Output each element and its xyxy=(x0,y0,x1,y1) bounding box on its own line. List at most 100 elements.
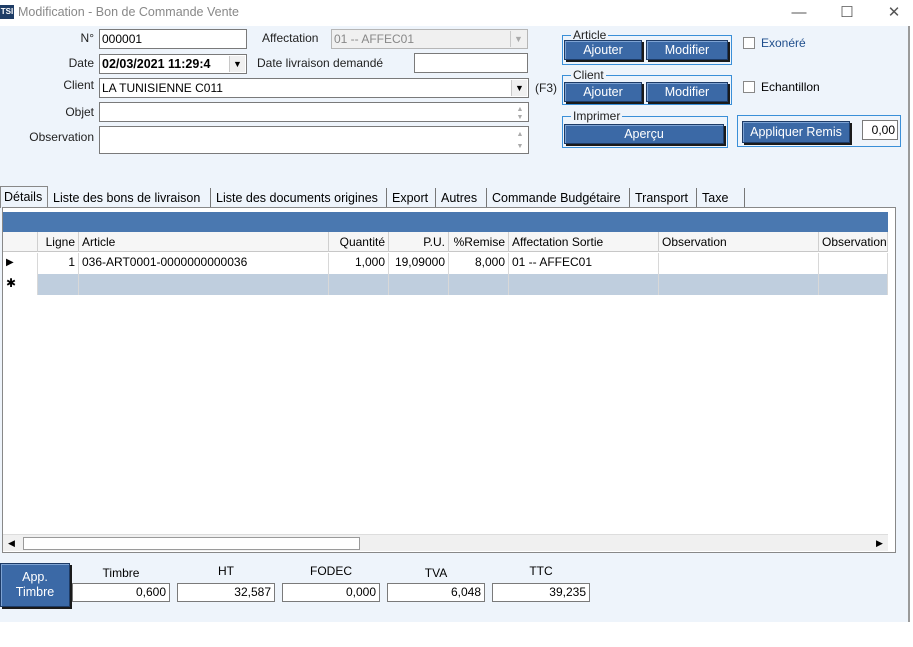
chevron-down-icon: ▼ xyxy=(510,31,526,47)
cell-observation-2[interactable] xyxy=(819,253,888,274)
fodec-field: 0,000 xyxy=(282,583,380,602)
col-quantite[interactable]: Quantité xyxy=(329,232,389,252)
client-ajouter-button[interactable]: Ajouter xyxy=(564,82,642,102)
article-ajouter-button[interactable]: Ajouter xyxy=(564,40,642,60)
col-pu[interactable]: P.U. xyxy=(389,232,449,252)
fodec-label: FODEC xyxy=(310,564,352,578)
col-affectation-sortie[interactable]: Affectation Sortie xyxy=(509,232,659,252)
cell-affectation-sortie[interactable]: 01 -- AFFEC01 xyxy=(509,253,659,274)
appliquer-remise-button[interactable]: Appliquer Remis xyxy=(742,121,850,143)
tab-commande-budgetaire[interactable]: Commande Budgétaire xyxy=(489,188,630,208)
row-selector-header xyxy=(3,232,38,252)
app-icon: TSI xyxy=(0,5,14,19)
timbre-field[interactable]: 0,600 xyxy=(72,583,170,602)
numero-label: N° xyxy=(80,31,94,45)
client-modifier-button[interactable]: Modifier xyxy=(646,82,728,102)
objet-field[interactable]: ▲ ▼ xyxy=(99,102,529,122)
scroll-down-icon[interactable]: ▼ xyxy=(513,112,527,121)
timbre-label: Timbre xyxy=(102,566,140,580)
col-remise[interactable]: %Remise xyxy=(449,232,509,252)
tab-details[interactable]: Détails xyxy=(0,186,48,208)
cell-article[interactable]: 036-ART0001-0000000000036 xyxy=(79,253,329,274)
col-observation[interactable]: Observation xyxy=(659,232,819,252)
window-title: Modification - Bon de Commande Vente xyxy=(18,5,239,19)
remise-field[interactable]: 0,00 xyxy=(862,120,898,140)
apercu-button[interactable]: Aperçu xyxy=(564,124,724,144)
scroll-down-icon[interactable]: ▼ xyxy=(513,141,527,153)
date-livraison-field[interactable] xyxy=(414,53,528,73)
client-shortcut-hint: (F3) xyxy=(535,81,557,95)
new-cell[interactable] xyxy=(819,274,888,295)
chevron-down-icon[interactable]: ▼ xyxy=(511,80,527,96)
client-dropdown[interactable]: LA TUNISIENNE C011 ▼ xyxy=(99,78,529,98)
app-timbre-button[interactable]: App. Timbre xyxy=(0,563,70,607)
new-row-marker: ✱ xyxy=(3,274,38,295)
tab-taxe[interactable]: Taxe xyxy=(699,188,745,208)
scroll-left-icon[interactable]: ◀ xyxy=(3,535,20,552)
tab-bons-livraison[interactable]: Liste des bons de livraison xyxy=(50,188,211,208)
client-group-title: Client xyxy=(571,68,606,82)
cell-remise[interactable]: 8,000 xyxy=(449,253,509,274)
col-ligne[interactable]: Ligne xyxy=(38,232,79,252)
tab-documents-origines[interactable]: Liste des documents origines xyxy=(213,188,387,208)
observation-label: Observation xyxy=(29,130,94,144)
objet-label: Objet xyxy=(65,105,94,119)
horizontal-scrollbar[interactable]: ◀ ▶ xyxy=(3,534,888,551)
tva-label: TVA xyxy=(424,566,448,580)
tab-transport[interactable]: Transport xyxy=(632,188,697,208)
scrollbar-thumb[interactable] xyxy=(23,537,360,550)
col-article[interactable]: Article xyxy=(79,232,329,252)
tva-field: 6,048 xyxy=(387,583,485,602)
date-livraison-label: Date livraison demandé xyxy=(257,56,384,70)
app-timbre-line1: App. xyxy=(22,570,48,584)
ht-label: HT xyxy=(218,564,234,578)
cell-pu[interactable]: 19,09000 xyxy=(389,253,449,274)
cell-observation[interactable] xyxy=(659,253,819,274)
date-picker[interactable]: 02/03/2021 11:29:4 ▼ xyxy=(99,54,247,74)
minimize-button[interactable]: — xyxy=(784,3,814,23)
close-button[interactable]: ✕ xyxy=(879,3,909,23)
grid-group-bar xyxy=(3,212,888,232)
date-label: Date xyxy=(68,56,94,70)
new-cell[interactable] xyxy=(38,274,79,295)
echantillon-label: Echantillon xyxy=(761,80,820,94)
chevron-down-icon[interactable]: ▼ xyxy=(229,56,245,72)
new-cell[interactable] xyxy=(449,274,509,295)
imprimer-group-title: Imprimer xyxy=(571,109,623,123)
ht-field: 32,587 xyxy=(177,583,275,602)
ttc-field: 39,235 xyxy=(492,583,590,602)
numero-field[interactable]: 000001 xyxy=(99,29,247,49)
scroll-right-icon[interactable]: ▶ xyxy=(871,535,888,552)
exonere-label: Exonéré xyxy=(761,36,806,50)
client-value: LA TUNISIENNE C011 xyxy=(102,81,223,95)
table-row[interactable]: ▶ 1 036-ART0001-0000000000036 1,000 19,0… xyxy=(3,253,888,274)
scroll-up-icon[interactable]: ▲ xyxy=(513,129,527,141)
ttc-label: TTC xyxy=(529,564,553,578)
echantillon-checkbox[interactable] xyxy=(743,81,755,93)
window-bottom xyxy=(0,622,913,647)
cell-ligne[interactable]: 1 xyxy=(38,253,79,274)
tab-export[interactable]: Export xyxy=(389,188,436,208)
cell-quantite[interactable]: 1,000 xyxy=(329,253,389,274)
grid-header: Ligne Article Quantité P.U. %Remise Affe… xyxy=(3,232,888,252)
new-cell[interactable] xyxy=(329,274,389,295)
new-cell[interactable] xyxy=(659,274,819,295)
tab-strip: Détails Liste des bons de livraison List… xyxy=(0,186,910,208)
window-border xyxy=(908,26,910,622)
new-cell[interactable] xyxy=(509,274,659,295)
article-modifier-button[interactable]: Modifier xyxy=(646,40,728,60)
new-row[interactable]: ✱ xyxy=(3,274,888,295)
app-timbre-line2: Timbre xyxy=(15,585,55,599)
col-observation-2[interactable]: Observation xyxy=(819,232,888,252)
tab-autres[interactable]: Autres xyxy=(438,188,487,208)
title-bar: TSI Modification - Bon de Commande Vente… xyxy=(0,0,913,26)
new-cell[interactable] xyxy=(389,274,449,295)
affectation-label: Affectation xyxy=(262,31,319,45)
date-value: 02/03/2021 11:29:4 xyxy=(102,57,211,71)
exonere-checkbox[interactable] xyxy=(743,37,755,49)
new-cell[interactable] xyxy=(79,274,329,295)
affectation-value: 01 -- AFFEC01 xyxy=(334,32,415,46)
observation-field[interactable]: ▲ ▼ xyxy=(99,126,529,154)
client-label: Client xyxy=(63,78,94,92)
maximize-button[interactable]: ☐ xyxy=(832,3,862,23)
